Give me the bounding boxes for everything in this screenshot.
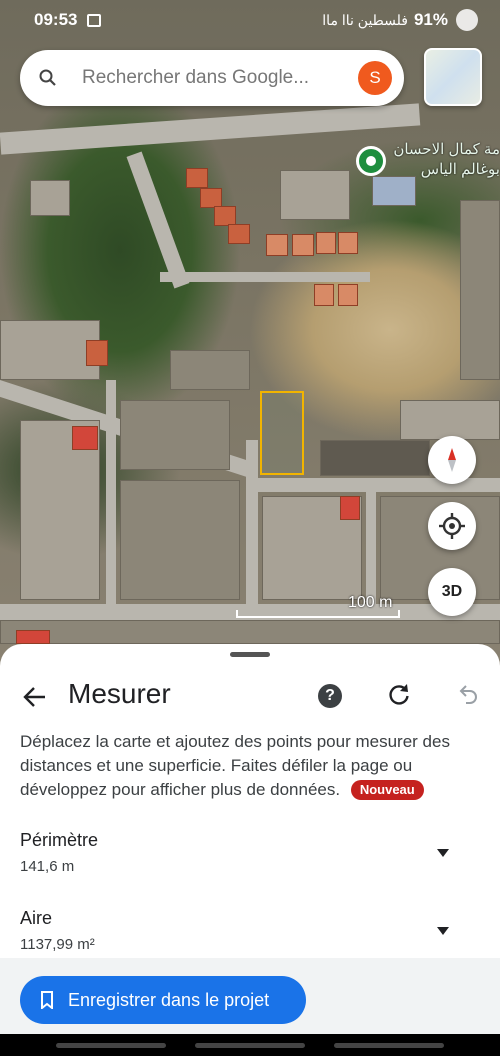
map-road: [0, 103, 421, 155]
bookmark-icon: [41, 991, 53, 1009]
save-button-label: Enregistrer dans le projet: [68, 989, 270, 1010]
map-road: [160, 272, 370, 282]
status-network: فلسطين ناا ماا: [322, 11, 408, 28]
map-road: [366, 480, 376, 610]
status-battery: 91%: [413, 10, 448, 29]
place-label[interactable]: مة كمال الاحسان بوغالم الياس: [392, 140, 500, 180]
image-notification-icon: [87, 13, 102, 27]
help-button[interactable]: ?: [318, 684, 342, 708]
search-bar[interactable]: Rechercher dans Google... S: [20, 50, 404, 106]
map-building: [372, 176, 416, 206]
perimeter-value: 141,6 m: [20, 858, 75, 875]
perimeter-label: Périmètre: [20, 830, 99, 850]
map-roof: [292, 234, 314, 256]
area-value: 1137,99 m²: [20, 936, 95, 953]
my-location-button[interactable]: [428, 502, 476, 550]
map-building: [0, 320, 100, 380]
map-roof: [228, 224, 250, 244]
view-3d-button[interactable]: 3D: [428, 568, 476, 616]
map-roof: [340, 496, 360, 520]
map-roof: [214, 206, 236, 226]
map-building: [120, 480, 240, 600]
map-building: [0, 620, 500, 644]
measure-description: Déplacez la carte et ajoutez des points …: [20, 730, 480, 802]
place-label-line2: بوغالم الياس: [420, 161, 500, 178]
compass-button[interactable]: [428, 436, 476, 484]
nav-home[interactable]: [195, 1043, 305, 1048]
drag-handle[interactable]: [230, 652, 270, 657]
page-title: Mesurer: [68, 678, 171, 709]
area-label: Aire: [20, 908, 53, 928]
crosshair-icon: [439, 513, 465, 539]
map-road: [106, 380, 116, 610]
map-building: [30, 180, 70, 216]
nav-back[interactable]: [334, 1043, 444, 1048]
map-roof: [72, 426, 98, 450]
status-time: 09:53: [34, 10, 78, 29]
map-building: [320, 440, 430, 476]
map-layers-button[interactable]: [424, 48, 482, 106]
place-marker-icon[interactable]: [356, 146, 386, 176]
chevron-down-icon[interactable]: [436, 848, 450, 858]
map-roof: [86, 340, 108, 366]
save-footer: Enregistrer dans le projet: [0, 958, 500, 1038]
search-input[interactable]: Rechercher dans Google...: [82, 67, 332, 89]
scale-bar: [236, 610, 400, 618]
map-roof: [266, 234, 288, 256]
map-building: [170, 350, 250, 390]
map-roof: [338, 232, 358, 254]
map-road: [126, 151, 190, 289]
map-building: [460, 200, 500, 380]
search-icon: [39, 69, 56, 86]
map-roof: [200, 188, 222, 208]
back-arrow-icon[interactable]: [20, 682, 50, 712]
system-nav-bar: [0, 1034, 500, 1056]
undo-icon[interactable]: [454, 682, 480, 708]
sheet-header: Mesurer ?: [0, 674, 500, 720]
refresh-icon[interactable]: [386, 682, 412, 708]
map-roof: [16, 630, 50, 644]
map-building: [400, 400, 500, 440]
map-building: [120, 400, 230, 470]
new-badge: Nouveau: [350, 780, 424, 800]
record-indicator-icon: [456, 9, 478, 31]
map-building: [280, 170, 350, 220]
save-to-project-button[interactable]: Enregistrer dans le projet: [20, 976, 306, 1024]
map-road: [246, 440, 258, 620]
place-label-line1: مة كمال الاحسان: [393, 141, 500, 158]
map-roof: [186, 168, 208, 188]
map-roof: [314, 284, 334, 306]
status-bar: 09:53 فلسطين ناا ماا 91%: [0, 0, 500, 40]
perimeter-row[interactable]: Périmètre 141,6 m: [0, 824, 500, 894]
compass-icon: [448, 448, 456, 472]
nav-recents[interactable]: [56, 1043, 166, 1048]
chevron-down-icon[interactable]: [436, 926, 450, 936]
account-avatar[interactable]: S: [358, 61, 392, 95]
measured-area-outline: [260, 391, 304, 475]
measure-sheet: Mesurer ? Déplacez la carte et ajoutez d…: [0, 644, 500, 1056]
map-roof: [316, 232, 336, 254]
map-roof: [338, 284, 358, 306]
